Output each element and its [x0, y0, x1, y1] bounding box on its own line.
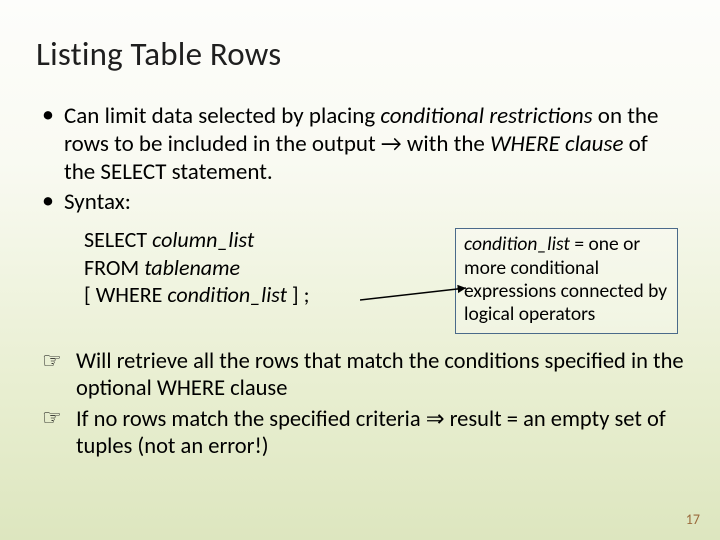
text: [ WHERE [84, 281, 167, 308]
text: Syntax: [64, 188, 131, 216]
pointer-item: ☞ If no rows match the specified criteri… [36, 405, 684, 461]
text: Will retrieve all the rows that match th… [76, 348, 684, 402]
pointing-hand-icon: ☞ [42, 350, 62, 372]
keyword: SELECT [84, 226, 152, 253]
text: ] ; [287, 281, 310, 308]
slide: Listing Table Rows Can limit data select… [0, 0, 720, 540]
syntax-line: [ WHERE condition_list ] ; [84, 281, 404, 309]
emph-text: condition_list [464, 232, 570, 256]
placeholder: tablename [144, 254, 240, 281]
keyword: FROM [84, 254, 144, 281]
page-number: 17 [686, 511, 700, 528]
text: Can limit data selected by placing [64, 102, 380, 130]
bullet-item: Syntax: [36, 188, 684, 216]
emph-text: WHERE clause [490, 130, 623, 158]
syntax-row: SELECT column_list FROM tablename [ WHER… [36, 226, 684, 334]
syntax-line: SELECT column_list [84, 226, 404, 254]
emph-text: conditional restrictions [380, 102, 592, 130]
bullet-item: Can limit data selected by placing condi… [36, 102, 684, 186]
syntax-line: FROM tablename [84, 254, 404, 282]
pointer-item: ☞ Will retrieve all the rows that match … [36, 348, 684, 403]
placeholder: column_list [152, 226, 254, 253]
slide-title: Listing Table Rows [36, 34, 684, 74]
pointer-list: ☞ Will retrieve all the rows that match … [36, 348, 684, 461]
implies-icon: ⇒ [426, 406, 445, 431]
placeholder: condition_list [167, 281, 287, 308]
syntax-block: SELECT column_list FROM tablename [ WHER… [84, 226, 404, 309]
text: If no rows match the specified criteria [76, 406, 426, 433]
bullet-list: Can limit data selected by placing condi… [36, 102, 684, 216]
pointing-hand-icon: ☞ [42, 407, 62, 429]
definition-box: condition_list = one or more conditional… [455, 228, 678, 334]
slide-content: Can limit data selected by placing condi… [36, 102, 684, 461]
